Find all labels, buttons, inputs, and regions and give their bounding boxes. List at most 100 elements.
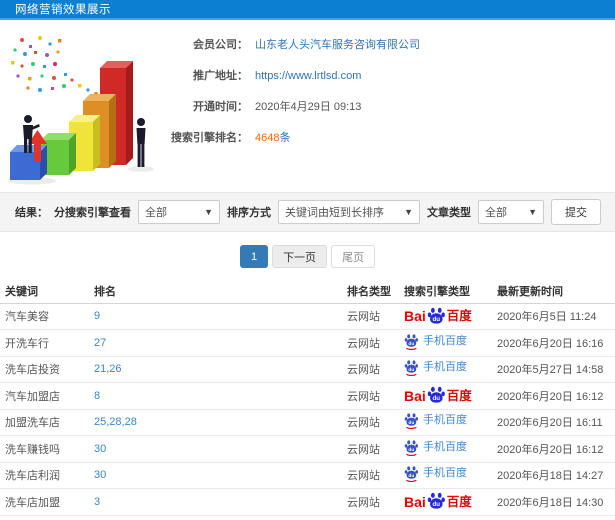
rank-link[interactable]: 3 bbox=[94, 496, 100, 508]
rank-type-cell: 云网站 bbox=[343, 462, 400, 489]
engine-cell: du 手机百度 bbox=[400, 435, 493, 463]
baidu-paw-icon: du bbox=[427, 307, 445, 324]
table-row: 洗车店加盟 3 云网站 Bai du 百度 2020年6月18日 14:30 bbox=[0, 488, 615, 516]
chevron-down-icon: ▼ bbox=[404, 207, 413, 217]
app-header: 网络营销效果展示 bbox=[0, 0, 615, 20]
keyword-cell: 洗车赚钱吗 bbox=[0, 435, 90, 463]
rank-cell: 30 bbox=[90, 435, 343, 463]
rank-unit: 条 bbox=[279, 132, 291, 144]
rank-type-cell: 云网站 bbox=[343, 382, 400, 410]
keyword-cell: 加盟洗车店 bbox=[0, 409, 90, 436]
submit-button[interactable]: 提交 bbox=[551, 199, 601, 225]
businessman-figure-right bbox=[136, 118, 146, 167]
shadow bbox=[128, 166, 154, 172]
col-keyword: 关键词 bbox=[0, 279, 90, 304]
engine-cell: du 手机百度 bbox=[400, 356, 493, 383]
updated-cell: 2020年6月5日 11:24 bbox=[493, 303, 615, 330]
svg-text:du: du bbox=[432, 395, 440, 402]
promo-url-label: 推广地址： bbox=[193, 70, 248, 82]
engine-cell: Bai du 百度 bbox=[400, 382, 493, 410]
engine-cell: Bai du 百度 bbox=[400, 303, 493, 330]
rank-cell: 9 bbox=[90, 303, 343, 330]
updated-cell: 2020年6月20日 16:11 bbox=[493, 409, 615, 436]
updated-cell: 2020年5月27日 14:58 bbox=[493, 356, 615, 383]
sort-label: 排序方式 bbox=[227, 207, 271, 219]
keyword-cell: 汽车加盟店 bbox=[0, 382, 90, 410]
marketing-bar-chart-clipart bbox=[8, 36, 154, 185]
rank-cell: 25,28,28 bbox=[90, 409, 343, 436]
engine-cell: Bai du 百度 bbox=[400, 488, 493, 516]
table-row: 洗车店投资 21,26 云网站 du 手机百度 2020年5月27日 14:58 bbox=[0, 356, 615, 383]
engine-filter-select[interactable]: 全部 ▼ bbox=[138, 200, 220, 224]
last-page-button[interactable]: 尾页 bbox=[331, 245, 376, 268]
engine-filter-label: 分搜索引擎查看 bbox=[54, 207, 131, 219]
company-label: 会员公司： bbox=[193, 39, 248, 51]
article-type-label: 文章类型 bbox=[427, 207, 471, 219]
article-type-value: 全部 bbox=[485, 207, 507, 219]
rank-cell: 8 bbox=[90, 382, 343, 410]
sort-select[interactable]: 关键词由短到长排序 ▼ bbox=[278, 200, 420, 224]
mobile-baidu-paw-icon: du bbox=[404, 360, 419, 377]
chevron-down-icon: ▼ bbox=[204, 207, 213, 217]
open-time-label: 开通时间： bbox=[193, 101, 248, 113]
col-engine-type: 搜索引擎类型 bbox=[400, 279, 493, 304]
bar-blue bbox=[10, 145, 47, 180]
baidu-logo: Bai du 百度 bbox=[404, 491, 472, 512]
confetti-dots bbox=[11, 36, 114, 102]
table-row: 洗车店利润 30 云网站 du 手机百度 2020年6月18日 14:27 bbox=[0, 462, 615, 489]
info-row-url: 推广地址： https://www.lrtlsd.com bbox=[168, 67, 420, 83]
rank-total-label: 搜索引擎排名： bbox=[171, 132, 248, 144]
account-info: 会员公司： 山东老人头汽车服务咨询有限公司 推广地址： https://www.… bbox=[168, 36, 420, 160]
svg-text:du: du bbox=[408, 473, 414, 479]
rank-type-cell: 云网站 bbox=[343, 409, 400, 436]
mobile-baidu-paw-icon: du bbox=[404, 440, 419, 456]
rank-link[interactable]: 21,26 bbox=[94, 363, 122, 375]
results-label: 结果： bbox=[15, 207, 48, 219]
rank-link[interactable]: 27 bbox=[94, 337, 106, 349]
rank-type-cell: 云网站 bbox=[343, 488, 400, 516]
mobile-baidu-logo: du 手机百度 bbox=[404, 333, 467, 350]
svg-text:du: du bbox=[408, 447, 414, 453]
svg-text:du: du bbox=[408, 420, 414, 426]
promo-url-link[interactable]: https://www.lrtlsd.com bbox=[255, 70, 361, 82]
mobile-baidu-paw-icon: du bbox=[404, 334, 419, 350]
rank-link[interactable]: 9 bbox=[94, 310, 100, 322]
baidu-paw-icon: du bbox=[427, 387, 445, 403]
rank-link[interactable]: 25,28,28 bbox=[94, 416, 137, 428]
page-title: 网络营销效果展示 bbox=[15, 4, 111, 16]
rank-type-cell: 云网站 bbox=[343, 329, 400, 357]
updated-cell: 2020年6月18日 14:27 bbox=[493, 462, 615, 489]
pagination: 1 下一页 尾页 bbox=[0, 245, 615, 268]
table-body: 汽车美容 9 云网站 Bai du 百度 2020年6月5日 11:24 开洗车行 27 云… bbox=[0, 303, 615, 516]
rank-link[interactable]: 8 bbox=[94, 390, 100, 402]
table-row: 汽车美容 9 云网站 Bai du 百度 2020年6月5日 11:24 bbox=[0, 303, 615, 330]
article-type-select[interactable]: 全部 ▼ bbox=[478, 200, 544, 224]
page-1-button[interactable]: 1 bbox=[239, 245, 269, 268]
updated-cell: 2020年6月20日 16:12 bbox=[493, 382, 615, 410]
rank-cell: 27 bbox=[90, 329, 343, 357]
company-link[interactable]: 山东老人头汽车服务咨询有限公司 bbox=[255, 36, 420, 52]
table-row: 开洗车行 27 云网站 du 手机百度 2020年6月20日 16:16 bbox=[0, 329, 615, 357]
engine-cell: du 手机百度 bbox=[400, 409, 493, 436]
rank-link[interactable]: 30 bbox=[94, 443, 106, 455]
rank-type-cell: 云网站 bbox=[343, 435, 400, 463]
next-page-button[interactable]: 下一页 bbox=[272, 245, 328, 268]
baidu-logo: Bai du 百度 bbox=[404, 385, 472, 406]
mobile-baidu-logo: du 手机百度 bbox=[404, 412, 467, 430]
rank-count: 4648 bbox=[255, 132, 280, 144]
mobile-baidu-paw-icon: du bbox=[404, 466, 419, 483]
svg-text:du: du bbox=[432, 316, 440, 323]
table-row: 洗车赚钱吗 30 云网站 du 手机百度 2020年6月20日 16:12 bbox=[0, 435, 615, 463]
table-row: 汽车加盟店 8 云网站 Bai du 百度 2020年6月20日 16:12 bbox=[0, 382, 615, 410]
col-updated: 最新更新时间 bbox=[493, 279, 615, 304]
svg-text:du: du bbox=[432, 501, 440, 508]
page: 网络营销效果展示 会员公司： 山东老人头汽车服务咨询有限公司 推广地址： htt… bbox=[0, 0, 615, 520]
rank-link[interactable]: 30 bbox=[94, 469, 106, 481]
keyword-cell: 洗车店投资 bbox=[0, 356, 90, 383]
keyword-cell: 洗车店利润 bbox=[0, 462, 90, 489]
rank-cell: 30 bbox=[90, 462, 343, 489]
filter-controls: 分搜索引擎查看 全部 ▼ 排序方式 关键词由短到长排序 ▼ 文章类型 全部 ▼ … bbox=[54, 199, 601, 225]
rank-total-value: 4648条 bbox=[255, 129, 290, 145]
mobile-baidu-logo: du 手机百度 bbox=[404, 439, 467, 456]
keyword-cell: 汽车美容 bbox=[0, 303, 90, 330]
